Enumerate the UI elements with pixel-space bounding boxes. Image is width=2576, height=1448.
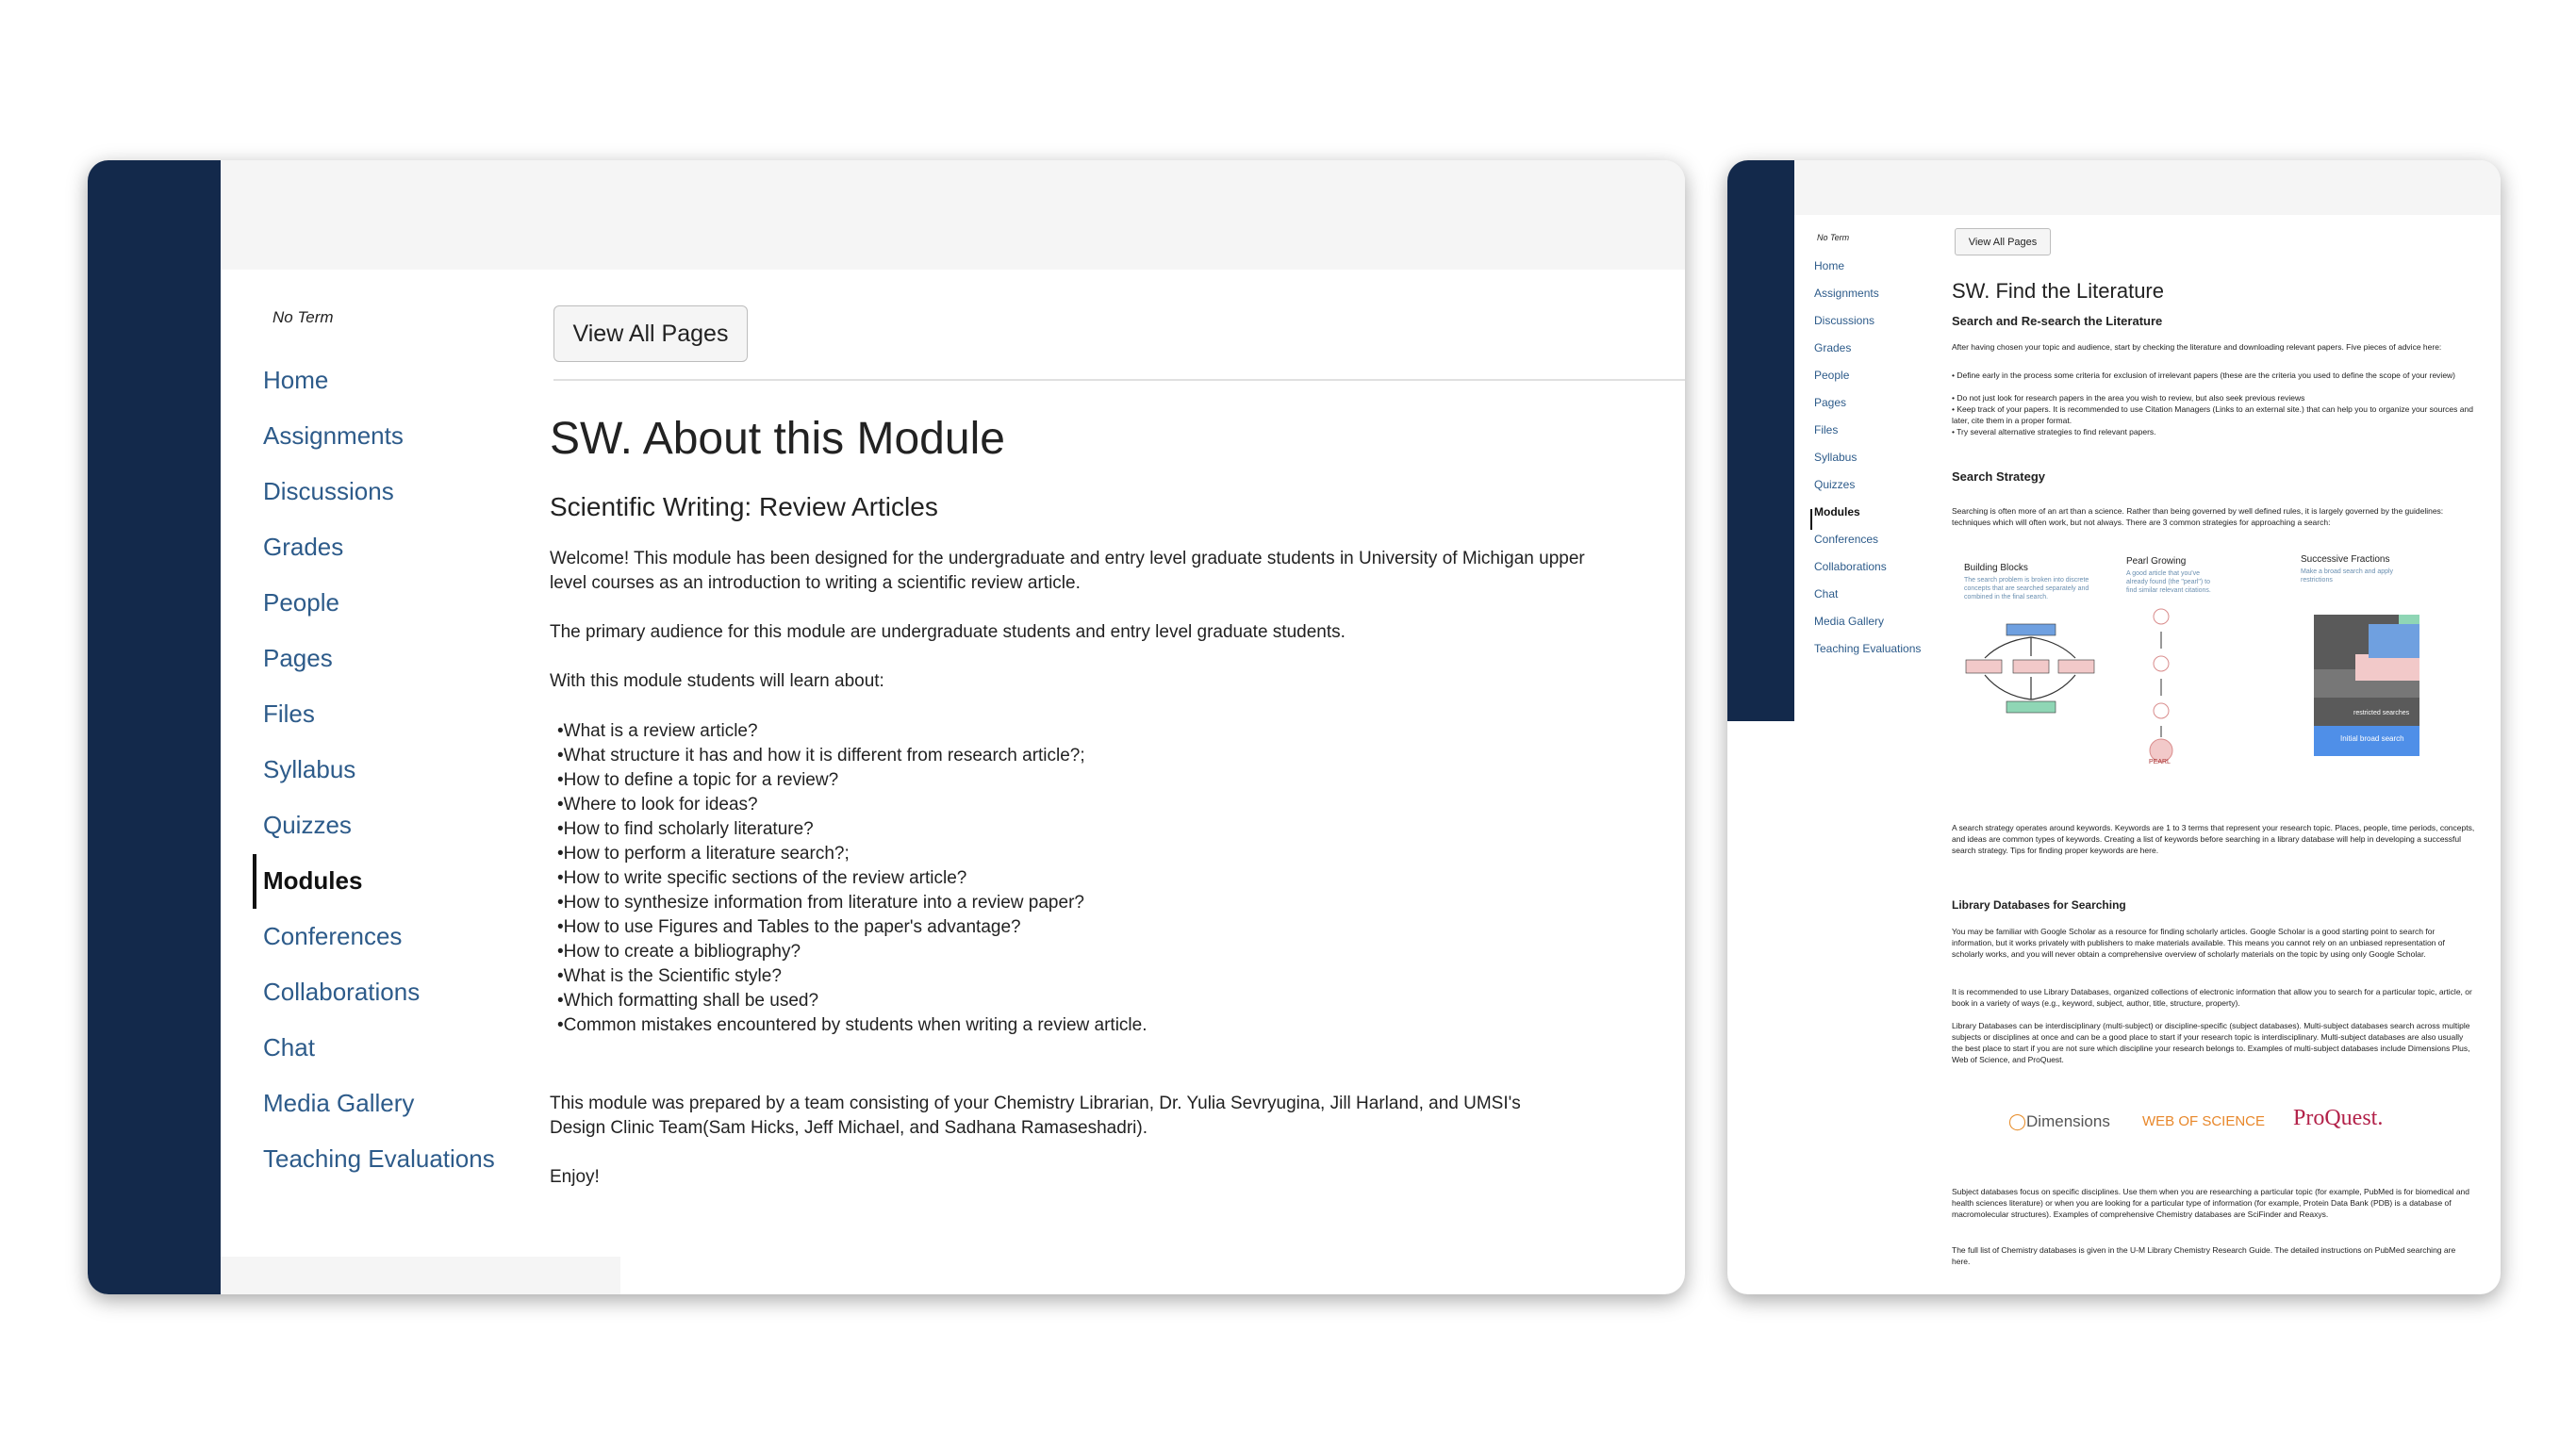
nav-people[interactable]: People: [1814, 369, 1849, 382]
list-item: How to find scholarly literature?: [550, 817, 1148, 842]
nav-chat[interactable]: Chat: [1814, 587, 1838, 601]
section-heading-search: Search and Re-search the Literature: [1952, 314, 2163, 328]
databases-paragraph-3: Library Databases can be interdisciplina…: [1952, 1021, 2470, 1064]
advice-2: • Do not just look for research papers i…: [1952, 393, 2305, 403]
successive-fractions-desc: Make a broad search and apply restrictio…: [2301, 568, 2394, 584]
restricted-searches-label: restricted searches: [2353, 710, 2410, 716]
learn-about-paragraph: With this module students will learn abo…: [550, 671, 884, 691]
advice-4: • Try several alternative strategies to …: [1952, 427, 2156, 436]
building-blocks-diagram: [1965, 623, 2095, 714]
list-item: What is a review article?: [550, 719, 1148, 744]
active-nav-indicator: [253, 854, 256, 909]
full-list-paragraph: The full list of Chemistry databases is …: [1952, 1245, 2456, 1266]
nav-pages[interactable]: Pages: [263, 644, 333, 673]
web-of-science-logo[interactable]: WEB OF SCIENCE: [2142, 1113, 2265, 1129]
nav-modules[interactable]: Modules: [263, 866, 362, 896]
header-bar: [221, 160, 1685, 270]
list-item: Common mistakes encountered by students …: [550, 1013, 1148, 1038]
list-item: Which formatting shall be used?: [550, 989, 1148, 1013]
nav-media-gallery[interactable]: Media Gallery: [1814, 615, 1884, 628]
building-blocks-label: Building Blocks: [1964, 563, 2028, 573]
active-nav-indicator: [1810, 509, 1812, 530]
canvas-page-find-literature: No Term Home Assignments Discussions Gra…: [1727, 160, 2501, 1294]
strategy-paragraph: Searching is often more of an art than a…: [1952, 506, 2444, 527]
nav-home[interactable]: Home: [263, 366, 328, 395]
divider: [553, 379, 1685, 381]
successive-fractions-label: Successive Fractions: [2301, 554, 2390, 565]
page-title: SW. Find the Literature: [1952, 279, 2164, 303]
term-label: No Term: [272, 308, 334, 326]
view-all-pages-button[interactable]: View All Pages: [553, 305, 748, 362]
keywords-paragraph: A search strategy operates around keywor…: [1952, 823, 2475, 855]
proquest-logo[interactable]: ProQuest.: [2293, 1106, 2383, 1131]
nav-conferences[interactable]: Conferences: [263, 922, 402, 951]
nav-quizzes[interactable]: Quizzes: [263, 811, 352, 840]
building-blocks-desc: The search problem is broken into discre…: [1964, 577, 2089, 601]
dimensions-logo[interactable]: ◯Dimensions: [2008, 1112, 2110, 1131]
list-item: How to write specific sections of the re…: [550, 866, 1148, 891]
pearl-growing-label: Pearl Growing: [2126, 556, 2187, 567]
nav-grades[interactable]: Grades: [1814, 341, 1851, 354]
intro-paragraph: Welcome! This module has been designed f…: [550, 549, 1585, 593]
closing-text: Enjoy!: [550, 1167, 600, 1187]
nav-chat[interactable]: Chat: [263, 1033, 315, 1062]
global-nav-bar: [88, 160, 221, 1294]
course-nav-footer: [221, 1257, 620, 1294]
nav-collaborations[interactable]: Collaborations: [1814, 560, 1887, 573]
nav-conferences[interactable]: Conferences: [1814, 533, 1878, 546]
list-item: How to define a topic for a review?: [550, 768, 1148, 793]
nav-discussions[interactable]: Discussions: [263, 477, 394, 506]
page-title: SW. About this Module: [550, 414, 1005, 464]
nav-grades[interactable]: Grades: [263, 533, 343, 562]
nav-assignments[interactable]: Assignments: [263, 421, 404, 451]
credits-paragraph: This module was prepared by a team consi…: [550, 1094, 1521, 1138]
dimensions-mark-icon: ◯: [2008, 1112, 2027, 1130]
header-bar: [1794, 160, 2501, 215]
initial-broad-search-label: Initial broad search: [2340, 734, 2404, 743]
view-all-pages-button[interactable]: View All Pages: [1955, 228, 2051, 255]
section-heading-databases: Library Databases for Searching: [1952, 898, 2126, 912]
nav-modules[interactable]: Modules: [1814, 505, 1860, 518]
nav-home[interactable]: Home: [1814, 259, 1844, 272]
nav-quizzes[interactable]: Quizzes: [1814, 478, 1855, 491]
list-item: How to synthesize information from liter…: [550, 891, 1148, 915]
advice-3: • Keep track of your papers. It is recom…: [1952, 404, 2473, 425]
intro-paragraph: After having chosen your topic and audie…: [1952, 342, 2442, 352]
list-item: What structure it has and how it is diff…: [550, 744, 1148, 768]
nav-teaching-evaluations[interactable]: Teaching Evaluations: [1814, 642, 1921, 655]
nav-discussions[interactable]: Discussions: [1814, 314, 1874, 327]
advice-1: • Define early in the process some crite…: [1952, 370, 2456, 380]
databases-paragraph-1: You may be familiar with Google Scholar …: [1952, 927, 2445, 959]
nav-media-gallery[interactable]: Media Gallery: [263, 1089, 414, 1118]
list-item: Where to look for ideas?: [550, 793, 1148, 817]
topics-list: What is a review article? What structure…: [550, 719, 1148, 1038]
nav-files[interactable]: Files: [263, 699, 315, 729]
list-item: How to create a bibliography?: [550, 940, 1148, 964]
list-item: What is the Scientific style?: [550, 964, 1148, 989]
term-label: No Term: [1817, 233, 1850, 242]
nav-syllabus[interactable]: Syllabus: [1814, 451, 1857, 464]
nav-pages[interactable]: Pages: [1814, 396, 1846, 409]
global-nav-bar: [1727, 160, 1794, 721]
nav-syllabus[interactable]: Syllabus: [263, 755, 355, 784]
nav-files[interactable]: Files: [1814, 423, 1838, 436]
subject-databases-paragraph: Subject databases focus on specific disc…: [1952, 1187, 2470, 1219]
nav-teaching-evaluations[interactable]: Teaching Evaluations: [263, 1144, 495, 1174]
nav-people[interactable]: People: [263, 588, 339, 617]
canvas-page-about-module: No Term Home Assignments Discussions Gra…: [88, 160, 1685, 1294]
pearl-growing-diagram: [2149, 608, 2173, 763]
page-subtitle: Scientific Writing: Review Articles: [550, 492, 938, 521]
nav-collaborations[interactable]: Collaborations: [263, 978, 420, 1007]
nav-assignments[interactable]: Assignments: [1814, 287, 1879, 300]
list-item: How to perform a literature search?;: [550, 842, 1148, 866]
databases-paragraph-2: It is recommended to use Library Databas…: [1952, 987, 2472, 1008]
section-heading-strategy: Search Strategy: [1952, 469, 2045, 484]
pearl-label: PEARL: [2149, 759, 2171, 765]
list-item: How to use Figures and Tables to the pap…: [550, 915, 1148, 940]
audience-paragraph: The primary audience for this module are…: [550, 622, 1346, 642]
pearl-growing-desc: A good article that you've already found…: [2126, 570, 2211, 594]
